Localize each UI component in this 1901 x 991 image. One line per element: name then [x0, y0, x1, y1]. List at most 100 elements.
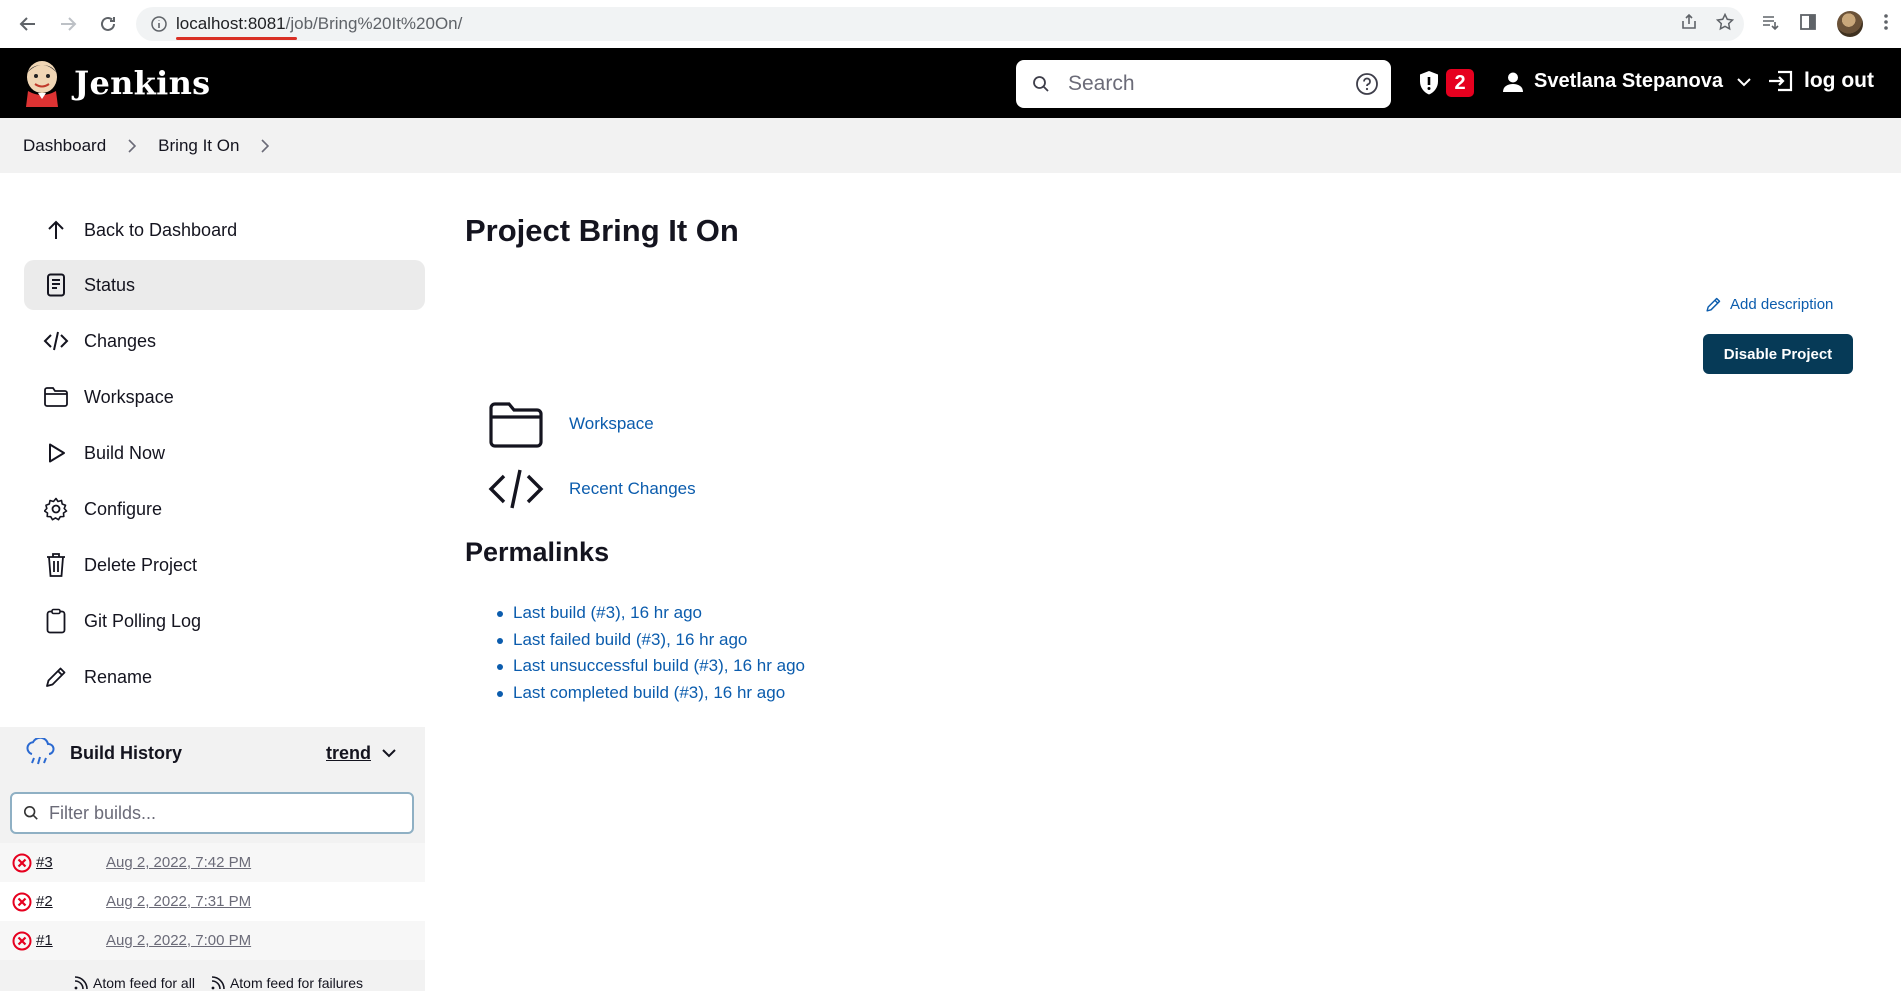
- arrow-up-icon: [40, 219, 72, 241]
- url-underline: [176, 37, 297, 40]
- pencil-icon: [40, 665, 72, 689]
- url-text: localhost:8081/job/Bring%20It%20On/: [176, 14, 463, 40]
- jenkins-home-link[interactable]: Jenkins: [22, 59, 210, 107]
- alert-count-badge: 2: [1446, 69, 1474, 97]
- reload-icon: [101, 16, 115, 31]
- chevron-down-icon: [1737, 77, 1751, 87]
- trend-link[interactable]: trend: [326, 743, 371, 764]
- share-icon[interactable]: [1680, 13, 1698, 36]
- permalink-last-unsuccessful-build[interactable]: Last unsuccessful build (#3), 16 hr ago: [497, 656, 805, 683]
- jenkins-header: Jenkins Search 2 Svetlana Stepanova log …: [0, 48, 1901, 118]
- workspace-link-row[interactable]: Workspace: [485, 400, 654, 448]
- task-configure[interactable]: Configure: [24, 484, 425, 534]
- arrow-left-icon: [19, 17, 35, 31]
- address-bar[interactable]: localhost:8081/job/Bring%20It%20On/: [136, 7, 1744, 41]
- build-number-link[interactable]: #2: [36, 893, 106, 910]
- task-build-now[interactable]: Build Now: [24, 428, 425, 478]
- recent-changes-link-row[interactable]: Recent Changes: [485, 467, 696, 511]
- workspace-link[interactable]: Workspace: [569, 414, 654, 434]
- page-title: Project Bring It On: [465, 213, 739, 248]
- forward-button[interactable]: [48, 4, 88, 44]
- back-button[interactable]: [8, 4, 48, 44]
- permalinks-heading: Permalinks: [465, 537, 610, 567]
- permalink-last-build[interactable]: Last build (#3), 16 hr ago: [497, 603, 805, 630]
- task-label: Changes: [84, 330, 157, 351]
- task-changes[interactable]: Changes: [24, 316, 425, 366]
- clipboard-icon: [40, 608, 72, 634]
- add-description-label: Add description: [1730, 296, 1834, 313]
- arrow-right-icon: [61, 17, 77, 31]
- chevron-right-icon[interactable]: [128, 138, 137, 153]
- build-date-link[interactable]: Aug 2, 2022, 7:42 PM: [106, 854, 251, 871]
- help-icon[interactable]: [1355, 72, 1379, 96]
- user-icon: [1503, 72, 1523, 92]
- document-icon: [40, 273, 72, 297]
- user-menu[interactable]: Svetlana Stepanova: [1502, 70, 1751, 93]
- permalinks-list: Last build (#3), 16 hr ago Last failed b…: [497, 603, 805, 709]
- task-status[interactable]: Status: [24, 260, 425, 310]
- task-rename[interactable]: Rename: [24, 652, 425, 702]
- task-label: Workspace: [84, 386, 174, 407]
- chevron-right-icon[interactable]: [261, 138, 270, 153]
- permalink-last-completed-build[interactable]: Last completed build (#3), 16 hr ago: [497, 683, 805, 710]
- trash-icon: [40, 552, 72, 578]
- profile-avatar[interactable]: [1837, 11, 1863, 37]
- code-icon: [40, 330, 72, 352]
- add-description-link[interactable]: Add description: [1705, 296, 1833, 313]
- breadcrumb-dashboard[interactable]: Dashboard: [23, 136, 106, 156]
- feed-label: Atom feed for failures: [229, 975, 363, 991]
- breadcrumb-job[interactable]: Bring It On: [158, 136, 239, 156]
- failed-status-icon: [12, 931, 32, 951]
- atom-feeds: Atom feed for all Atom feed for failures: [74, 975, 363, 991]
- search-icon: [1032, 75, 1050, 93]
- build-date-link[interactable]: Aug 2, 2022, 7:00 PM: [106, 932, 251, 949]
- jenkins-logo-icon: [26, 61, 58, 107]
- logout-link[interactable]: log out: [1768, 69, 1874, 93]
- bookmark-star-icon[interactable]: [1715, 12, 1735, 36]
- task-back-to-dashboard[interactable]: Back to Dashboard: [24, 205, 425, 255]
- folder-icon: [40, 386, 72, 408]
- url-path: /job/Bring%20It%20On/: [285, 14, 463, 33]
- reload-button[interactable]: [88, 4, 128, 44]
- url-host: localhost:8081: [176, 14, 286, 33]
- filter-builds-input[interactable]: Filter builds...: [10, 792, 414, 834]
- build-row: #1 Aug 2, 2022, 7:00 PM: [0, 921, 425, 960]
- atom-feed-failures-link[interactable]: Atom feed for failures: [211, 975, 363, 991]
- search-icon: [23, 805, 39, 821]
- reading-list-icon[interactable]: [1761, 13, 1779, 36]
- task-label: Git Polling Log: [84, 610, 202, 631]
- task-workspace[interactable]: Workspace: [24, 372, 425, 422]
- logout-label: log out: [1804, 69, 1874, 92]
- task-git-polling-log[interactable]: Git Polling Log: [24, 596, 425, 646]
- security-alert[interactable]: 2: [1418, 69, 1474, 97]
- logout-icon: [1769, 70, 1793, 92]
- recent-changes-link[interactable]: Recent Changes: [569, 479, 696, 499]
- atom-feed-all-link[interactable]: Atom feed for all: [74, 975, 195, 991]
- filter-placeholder: Filter builds...: [49, 802, 157, 823]
- build-history-body: Filter builds... #3 Aug 2, 2022, 7:42 PM…: [0, 779, 425, 991]
- browser-toolbar: localhost:8081/job/Bring%20It%20On/: [0, 0, 1901, 48]
- task-label: Build Now: [84, 442, 166, 463]
- cloud-rain-icon: [24, 738, 56, 768]
- search-box[interactable]: Search: [1016, 60, 1391, 108]
- task-delete-project[interactable]: Delete Project: [24, 540, 425, 590]
- chevron-down-icon[interactable]: [382, 748, 396, 758]
- build-history-title: Build History: [70, 742, 183, 763]
- build-number-link[interactable]: #3: [36, 854, 106, 871]
- more-menu-icon[interactable]: [1883, 13, 1889, 36]
- permalink-last-failed-build[interactable]: Last failed build (#3), 16 hr ago: [497, 630, 805, 657]
- task-label: Rename: [84, 666, 153, 687]
- brand-name: Jenkins: [74, 64, 211, 102]
- search-input[interactable]: Search: [1068, 72, 1355, 96]
- gear-icon: [40, 497, 72, 521]
- user-name: Svetlana Stepanova: [1534, 70, 1723, 92]
- build-date-link[interactable]: Aug 2, 2022, 7:31 PM: [106, 893, 251, 910]
- build-number-link[interactable]: #1: [36, 932, 106, 949]
- page: localhost:8081/job/Bring%20It%20On/ Jenk…: [0, 0, 1901, 991]
- site-info-icon[interactable]: [142, 16, 176, 32]
- side-panel-icon[interactable]: [1799, 13, 1817, 36]
- play-icon: [40, 442, 72, 464]
- breadcrumb: Dashboard Bring It On: [0, 118, 1901, 173]
- disable-project-button[interactable]: Disable Project: [1703, 334, 1853, 374]
- feed-label: Atom feed for all: [93, 975, 195, 991]
